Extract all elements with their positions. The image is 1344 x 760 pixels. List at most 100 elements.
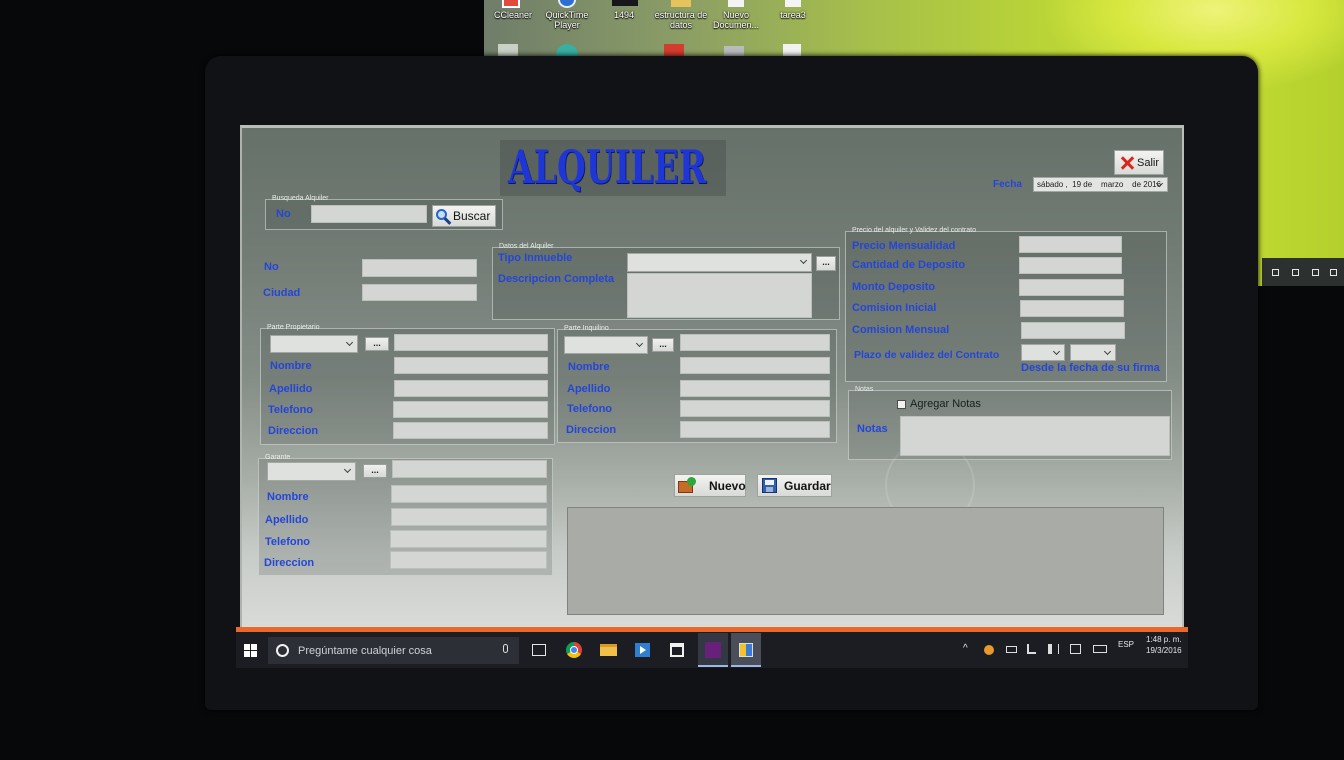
message-icon[interactable] <box>1070 644 1081 654</box>
tenant-search-field[interactable] <box>680 334 830 351</box>
initial-commission-field[interactable] <box>1020 300 1124 317</box>
property-type-select[interactable] <box>627 253 812 272</box>
monthly-commission-field[interactable] <box>1021 322 1125 339</box>
keyboard-icon[interactable] <box>1093 645 1107 653</box>
app-icon[interactable] <box>556 44 578 56</box>
tenant-name-field[interactable] <box>680 357 830 374</box>
deposit-count-field[interactable] <box>1019 257 1122 274</box>
desktop-icon-label[interactable]: CCleaner <box>484 10 542 20</box>
add-notes-checkbox[interactable] <box>897 400 906 409</box>
cortana-search-box[interactable]: Pregúntame cualquier cosa <box>268 637 519 664</box>
tenant-browse-button[interactable]: ... <box>652 338 674 352</box>
volume-icon[interactable] <box>1048 644 1059 654</box>
battery-icon[interactable] <box>1006 646 1017 653</box>
cortana-icon <box>276 644 289 657</box>
owner-name-field[interactable] <box>394 357 548 374</box>
monthly-commission-label: Comision Mensual <box>852 324 950 336</box>
microphone-icon[interactable] <box>503 644 508 653</box>
tenant-lastname-field[interactable] <box>680 380 830 397</box>
number-field[interactable] <box>362 259 477 277</box>
file-icon[interactable] <box>498 44 518 56</box>
tray-app-icon[interactable] <box>984 645 994 655</box>
folder-icon[interactable] <box>671 0 691 7</box>
file-explorer-icon[interactable] <box>600 644 617 656</box>
desktop-icon-label[interactable]: QuickTime Player <box>538 10 596 30</box>
new-button-label: Nuevo <box>709 479 746 493</box>
input-language[interactable]: ESP <box>1118 640 1134 649</box>
tray-icon[interactable] <box>1312 269 1319 276</box>
guarantor-browse-button[interactable]: ... <box>363 464 387 478</box>
search-icon <box>436 209 452 225</box>
deposit-amount-field[interactable] <box>1019 279 1124 296</box>
contract-term-unit-select[interactable] <box>1070 344 1116 361</box>
tenant-phone-field[interactable] <box>680 400 830 417</box>
ccleaner-icon[interactable] <box>502 0 520 8</box>
visual-studio-taskbar-button[interactable] <box>698 633 728 667</box>
guarantor-address-field[interactable] <box>390 551 547 569</box>
quicktime-icon[interactable] <box>558 0 576 8</box>
store-icon[interactable] <box>670 643 684 657</box>
file-icon[interactable] <box>724 46 744 56</box>
document-icon[interactable] <box>783 44 801 56</box>
owner-browse-button[interactable]: ... <box>365 337 389 351</box>
rentals-data-grid[interactable] <box>567 507 1164 615</box>
owner-phone-label: Telefono <box>268 404 314 416</box>
city-field[interactable] <box>362 284 477 301</box>
rental-app-taskbar-button[interactable] <box>731 633 761 667</box>
add-notes-label[interactable]: Agregar Notas <box>910 398 981 411</box>
tray-icon[interactable] <box>1272 269 1279 276</box>
desktop-icon-label[interactable]: Nuevo Documen... <box>707 10 765 30</box>
windows-start-icon[interactable] <box>244 644 258 658</box>
document-icon[interactable] <box>785 0 801 7</box>
guarantor-phone-field[interactable] <box>390 530 547 548</box>
guarantor-lastname-field[interactable] <box>391 508 547 526</box>
desktop-icon-label[interactable]: tarea3 <box>764 10 822 20</box>
guarantor-lastname-label: Apellido <box>265 514 309 526</box>
exit-button[interactable]: Salir <box>1114 150 1164 175</box>
chrome-icon[interactable] <box>566 642 582 658</box>
guarantor-select[interactable] <box>267 462 356 481</box>
guarantor-name-field[interactable] <box>391 485 547 503</box>
save-button[interactable]: Guardar <box>757 474 832 497</box>
tray-icon[interactable] <box>1330 269 1337 276</box>
guarantor-address-label: Direccion <box>264 557 315 569</box>
document-icon[interactable] <box>728 0 744 7</box>
file-icon[interactable] <box>612 0 638 6</box>
monthly-price-field[interactable] <box>1019 236 1122 253</box>
tenant-select[interactable] <box>564 336 648 354</box>
tray-icon[interactable] <box>1292 269 1299 276</box>
owner-lastname-label: Apellido <box>269 383 313 395</box>
visual-studio-icon <box>705 642 721 658</box>
new-button[interactable]: Nuevo <box>674 474 746 497</box>
clock-date[interactable]: 19/3/2016 <box>1146 646 1182 655</box>
desktop-icon-label[interactable]: estructura de datos <box>649 10 713 30</box>
plus-badge <box>687 477 696 486</box>
contract-term-amount-select[interactable] <box>1021 344 1065 361</box>
tenant-address-field[interactable] <box>680 421 830 438</box>
network-icon[interactable] <box>1027 644 1036 654</box>
media-player-icon[interactable] <box>635 643 650 657</box>
owner-select[interactable] <box>270 335 358 353</box>
date-picker[interactable]: sábado , 19 de marzo de 2016 <box>1033 177 1168 192</box>
clock-time[interactable]: 1:48 p. m. <box>1146 635 1182 644</box>
description-field[interactable] <box>627 273 812 318</box>
property-type-browse-button[interactable]: ... <box>816 256 836 271</box>
tray-overflow-icon[interactable]: ^ <box>963 644 968 654</box>
search-input[interactable] <box>311 205 427 223</box>
owner-lastname-field[interactable] <box>394 380 548 397</box>
number-label: No <box>264 261 279 273</box>
guarantor-search-field[interactable] <box>392 460 547 478</box>
app-icon[interactable] <box>664 44 684 56</box>
notes-field[interactable] <box>900 416 1170 456</box>
logo-pane <box>244 644 250 650</box>
owner-phone-field[interactable] <box>393 401 548 418</box>
owner-search-field[interactable] <box>394 334 548 351</box>
owner-group-legend: Parte Propietario <box>267 324 320 331</box>
rental-data-legend: Datos del Alquiler <box>499 243 554 250</box>
search-button-label: Buscar <box>453 209 491 223</box>
play-glyph <box>640 646 646 654</box>
task-view-icon[interactable] <box>532 644 546 656</box>
owner-address-field[interactable] <box>393 422 548 439</box>
desktop-icon-label[interactable]: 1494 <box>595 10 653 20</box>
search-button[interactable]: Buscar <box>432 205 496 227</box>
